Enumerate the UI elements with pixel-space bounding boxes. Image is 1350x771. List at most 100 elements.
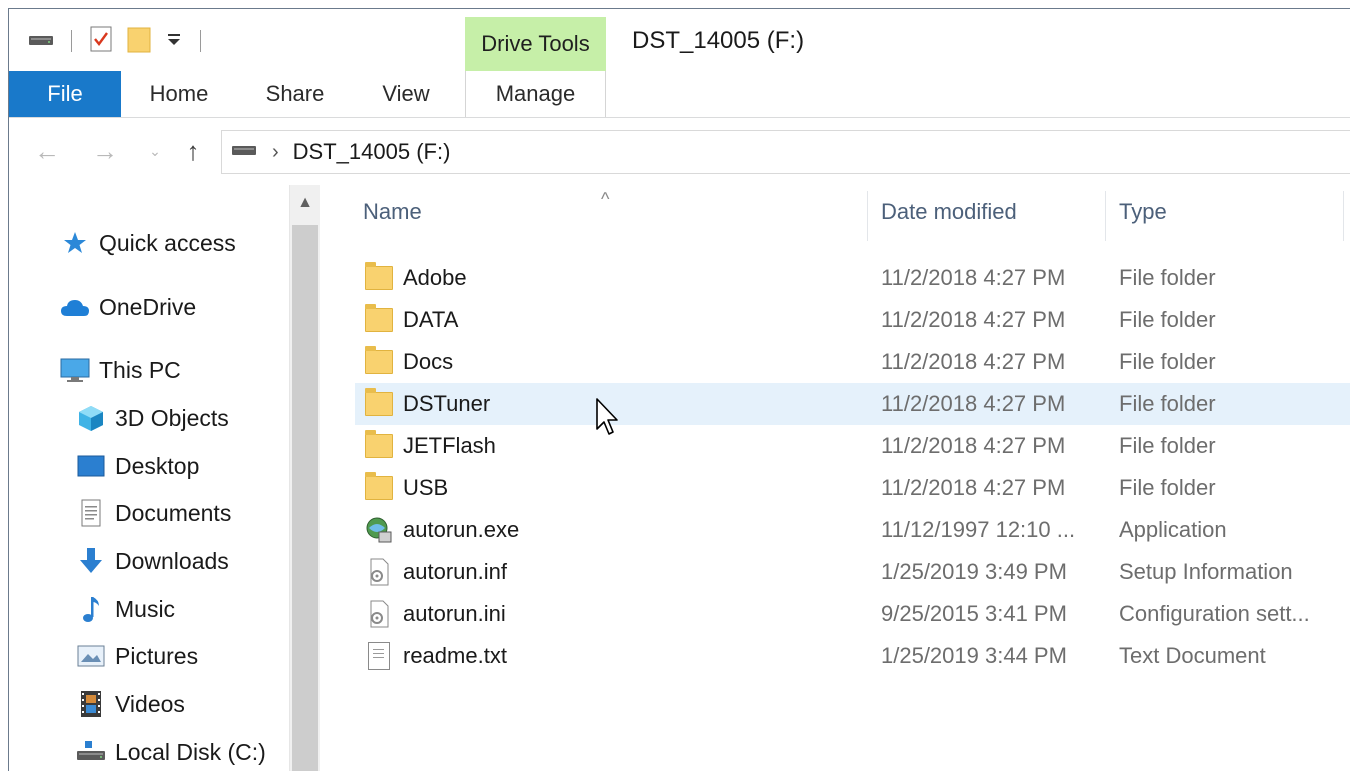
folder-icon <box>365 346 393 376</box>
column-header-name[interactable]: Name <box>363 185 863 239</box>
setup-exe-icon <box>365 516 393 544</box>
folder-icon <box>365 388 393 418</box>
nav-item-label: Videos <box>115 690 185 717</box>
file-type: File folder <box>1119 307 1216 332</box>
file-row-jetflash[interactable]: JETFlash 11/2/2018 4:27 PM File folder <box>355 425 1350 467</box>
music-note-icon <box>73 593 109 625</box>
file-row-data[interactable]: DATA 11/2/2018 4:27 PM File folder <box>355 299 1350 341</box>
date-modified: 1/25/2019 3:49 PM <box>881 559 1067 584</box>
pictures-icon <box>73 640 109 672</box>
toolbar-divider <box>200 30 201 52</box>
nav-item-label: Downloads <box>115 547 229 574</box>
nav-item-label: Pictures <box>115 642 199 669</box>
address-bar[interactable]: › DST_14005 (F:) <box>221 130 1350 174</box>
tab-view[interactable]: View <box>361 71 451 117</box>
folder-icon <box>365 304 393 334</box>
nav-item-label: Documents <box>115 499 232 526</box>
file-type: File folder <box>1119 265 1216 290</box>
nav-item-local-disk-c[interactable]: Local Disk (C:) <box>73 732 266 771</box>
window-title: DST_14005 (F:) <box>632 27 805 54</box>
file-name: autorun.inf <box>403 559 507 584</box>
nav-item-videos[interactable]: Videos <box>73 684 185 724</box>
nav-item-label: Quick access <box>99 229 236 256</box>
cloud-icon <box>57 291 93 323</box>
nav-item-pictures[interactable]: Pictures <box>73 636 198 676</box>
scrollbar-thumb[interactable] <box>292 225 318 771</box>
navigation-bar: ← → ⌄ ↑ › DST_14005 (F:) <box>9 118 1350 184</box>
column-divider[interactable] <box>867 191 868 241</box>
folder-icon <box>365 430 393 460</box>
date-modified: 11/2/2018 4:27 PM <box>881 265 1066 290</box>
file-type: File folder <box>1119 475 1216 500</box>
nav-item-label: This PC <box>99 356 181 383</box>
nav-item-3d-objects[interactable]: 3D Objects <box>73 398 229 438</box>
file-row-autorun-ini[interactable]: autorun.ini 9/25/2015 3:41 PM Configurat… <box>355 593 1350 635</box>
nav-item-label: 3D Objects <box>115 404 229 431</box>
scroll-up-arrow-icon[interactable]: ▲ <box>290 185 320 221</box>
nav-item-quick-access[interactable]: Quick access <box>57 223 236 263</box>
tab-share[interactable]: Share <box>245 71 345 117</box>
file-row-readme-txt[interactable]: readme.txt 1/25/2019 3:44 PM Text Docume… <box>355 635 1350 677</box>
file-name: USB <box>403 475 449 500</box>
forward-arrow-icon[interactable]: → <box>89 136 121 166</box>
text-file-icon <box>365 642 393 670</box>
file-row-autorun-exe[interactable]: autorun.exe 11/12/1997 12:10 ... Applica… <box>355 509 1350 551</box>
drive-icon <box>230 139 258 165</box>
date-modified: 1/25/2019 3:44 PM <box>881 643 1067 668</box>
file-row-docs[interactable]: Docs 11/2/2018 4:27 PM File folder <box>355 341 1350 383</box>
file-row-autorun-inf[interactable]: autorun.inf 1/25/2019 3:49 PM Setup Info… <box>355 551 1350 593</box>
monitor-icon <box>57 354 93 386</box>
back-arrow-icon[interactable]: ← <box>31 136 63 166</box>
file-type: Setup Information <box>1119 559 1293 584</box>
nav-item-desktop[interactable]: Desktop <box>73 446 199 486</box>
nav-item-downloads[interactable]: Downloads <box>73 541 229 581</box>
up-arrow-icon[interactable]: ↑ <box>177 136 209 166</box>
date-modified: 9/25/2015 3:41 PM <box>881 601 1067 626</box>
local-disk-icon <box>73 736 109 768</box>
nav-item-label: OneDrive <box>99 293 197 320</box>
new-folder-icon[interactable] <box>124 24 154 59</box>
date-modified: 11/2/2018 4:27 PM <box>881 349 1066 374</box>
nav-item-onedrive[interactable]: OneDrive <box>57 287 196 327</box>
file-row-usb[interactable]: USB 11/2/2018 4:27 PM File folder <box>355 467 1350 509</box>
settings-file-icon <box>365 600 393 628</box>
date-modified: 11/2/2018 4:27 PM <box>881 307 1066 332</box>
date-modified: 11/12/1997 12:10 ... <box>881 517 1076 542</box>
nav-item-label: Desktop <box>115 452 200 479</box>
file-name: Adobe <box>403 265 467 290</box>
navigation-pane: Quick access OneDrive This PC 3D Objects… <box>9 185 319 771</box>
tab-manage[interactable]: Manage <box>465 71 606 117</box>
column-header-type[interactable]: Type <box>1119 185 1339 239</box>
file-type: Text Document <box>1119 643 1266 668</box>
chevron-right-icon[interactable]: › <box>272 141 279 164</box>
star-icon <box>57 227 93 259</box>
customize-dropdown-icon[interactable] <box>164 29 184 54</box>
file-type: File folder <box>1119 349 1216 374</box>
file-name: autorun.ini <box>403 601 506 626</box>
date-modified: 11/2/2018 4:27 PM <box>881 433 1066 458</box>
documents-icon <box>73 497 109 529</box>
column-divider[interactable] <box>1343 191 1344 241</box>
file-name: readme.txt <box>403 643 507 668</box>
nav-item-music[interactable]: Music <box>73 589 175 629</box>
nav-item-this-pc[interactable]: This PC <box>57 350 181 390</box>
recent-locations-chevron-icon[interactable]: ⌄ <box>139 136 171 166</box>
tab-home[interactable]: Home <box>129 71 229 117</box>
file-type: File folder <box>1119 433 1216 458</box>
navigation-pane-scrollbar[interactable]: ▲ <box>289 185 320 771</box>
drive-icon[interactable] <box>27 29 55 54</box>
settings-file-icon <box>365 558 393 586</box>
file-name: DATA <box>403 307 459 332</box>
file-type: File folder <box>1119 391 1216 416</box>
breadcrumb[interactable]: DST_14005 (F:) <box>293 139 451 165</box>
tab-file[interactable]: File <box>9 71 121 117</box>
column-header-date-modified[interactable]: Date modified <box>881 185 1101 239</box>
file-row-dstuner[interactable]: DSTuner 11/2/2018 4:27 PM File folder <box>355 383 1350 425</box>
column-divider[interactable] <box>1105 191 1106 241</box>
nav-item-documents[interactable]: Documents <box>73 493 231 533</box>
file-explorer-window: Drive Tools DST_14005 (F:) File Home Sha… <box>8 8 1350 771</box>
folder-icon <box>365 472 393 502</box>
file-row-adobe[interactable]: Adobe 11/2/2018 4:27 PM File folder <box>355 257 1350 299</box>
properties-icon[interactable] <box>88 24 114 59</box>
file-type: Configuration sett... <box>1119 601 1310 626</box>
